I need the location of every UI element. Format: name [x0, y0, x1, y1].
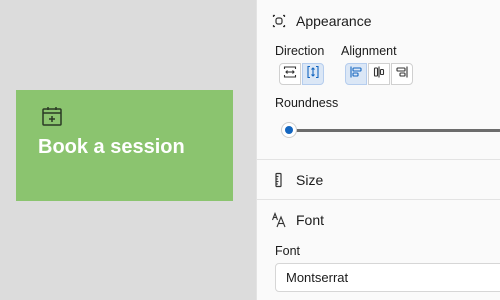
font-select[interactable]: Montserrat — [275, 263, 500, 292]
align-right-icon — [395, 65, 409, 84]
direction-horizontal-button[interactable] — [279, 63, 301, 85]
font-heading: Font — [296, 212, 325, 228]
roundness-slider-thumb[interactable] — [281, 122, 297, 138]
divider — [257, 199, 500, 200]
direction-toggle-group — [279, 63, 325, 85]
size-section-header[interactable]: Size — [271, 169, 323, 191]
align-left-icon — [349, 65, 363, 84]
card-title: Book a session — [38, 136, 185, 158]
align-center-icon — [372, 65, 386, 84]
ruler-icon — [271, 172, 287, 188]
book-session-button[interactable]: Book a session — [16, 90, 233, 201]
font-select-value: Montserrat — [286, 270, 349, 285]
align-center-button[interactable] — [368, 63, 390, 85]
direction-vertical-icon — [306, 65, 320, 84]
size-heading: Size — [296, 172, 324, 188]
roundness-slider[interactable] — [281, 121, 500, 139]
roundness-slider-track — [289, 129, 500, 132]
direction-vertical-button[interactable] — [302, 63, 324, 85]
font-section-header[interactable]: Font — [271, 209, 324, 231]
font-field-label: Font — [275, 244, 301, 258]
appearance-heading: Appearance — [296, 13, 372, 29]
alignment-label: Alignment — [341, 44, 397, 58]
direction-label: Direction — [275, 44, 325, 58]
align-left-button[interactable] — [345, 63, 367, 85]
properties-panel: Appearance Direction Alignment Roundness… — [256, 0, 500, 300]
calendar-add-icon — [40, 104, 64, 128]
align-right-button[interactable] — [391, 63, 413, 85]
canvas: Book a session — [0, 0, 256, 300]
appearance-section-header[interactable]: Appearance — [271, 10, 372, 32]
font-size-icon — [271, 211, 287, 228]
appearance-icon — [271, 13, 287, 29]
roundness-label: Roundness — [275, 96, 339, 110]
divider — [257, 159, 500, 160]
alignment-toggle-group — [345, 63, 414, 85]
direction-horizontal-icon — [283, 65, 297, 84]
